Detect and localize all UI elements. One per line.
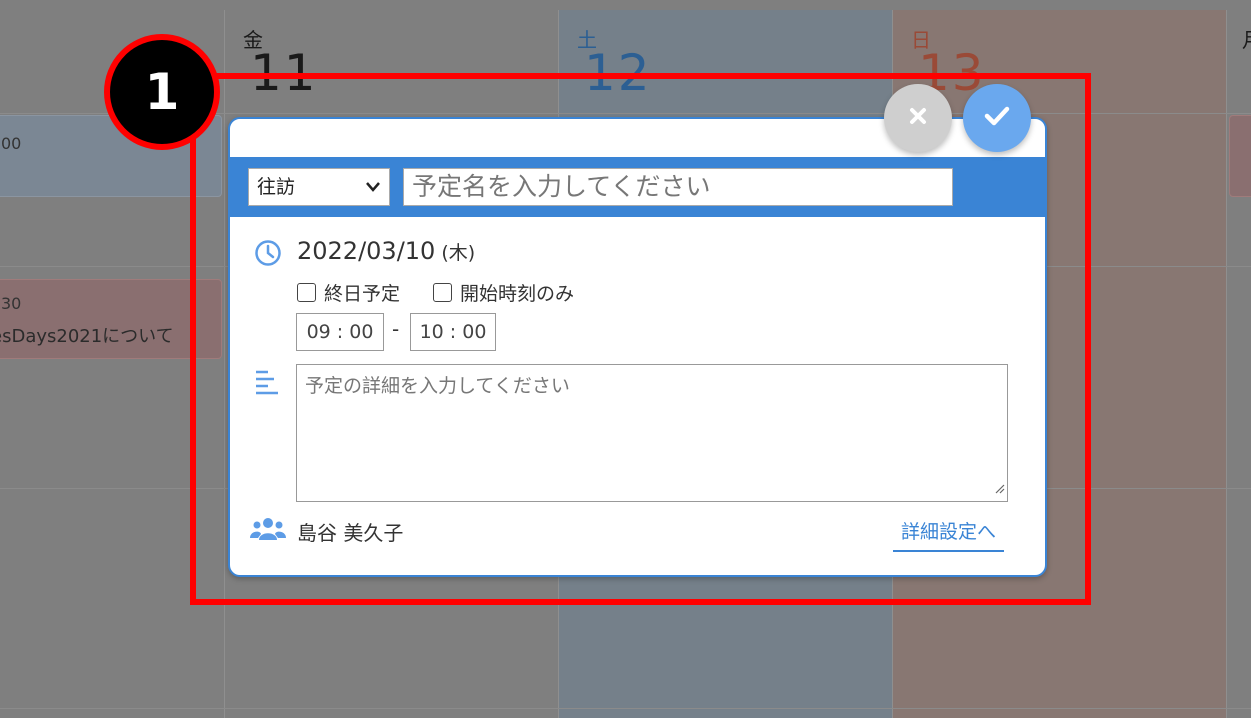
- calendar-event[interactable]: 30 esDays2021について: [0, 279, 222, 359]
- event-time: 30: [1, 294, 22, 313]
- day-label-mon: 月: [1242, 24, 1251, 53]
- calendar-event[interactable]: [1229, 115, 1251, 197]
- highlight-frame: [190, 73, 1091, 605]
- event-time: 00: [1, 134, 22, 153]
- row-divider: [0, 708, 1251, 709]
- step-number-badge: 1: [104, 34, 220, 150]
- event-title: esDays2021について: [0, 326, 174, 347]
